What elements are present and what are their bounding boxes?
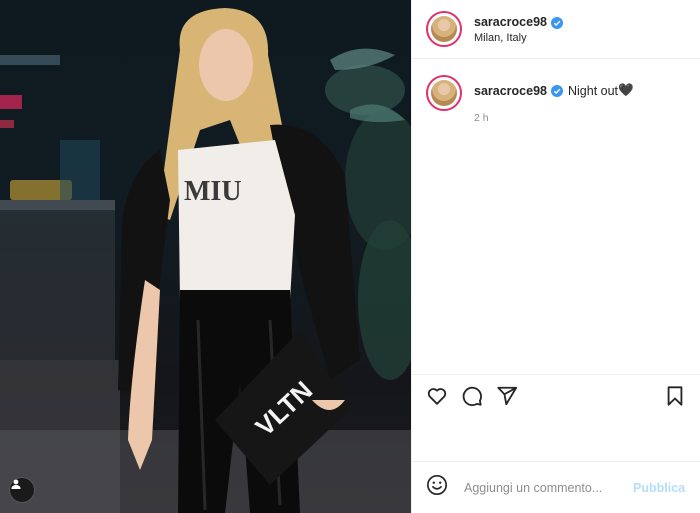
- verified-badge-icon: [550, 84, 563, 97]
- caption-username: saracroce98: [474, 83, 547, 98]
- likes-area: [412, 421, 700, 461]
- comment-button[interactable]: [461, 385, 483, 412]
- author-username: saracroce98: [474, 15, 547, 30]
- user-tag-button[interactable]: [9, 477, 35, 503]
- bookmark-icon: [664, 385, 686, 412]
- caption-avatar[interactable]: [426, 75, 462, 111]
- action-bar: [412, 374, 700, 421]
- post-header: saracroce98 Milan, Italy: [412, 0, 700, 59]
- comment-input[interactable]: [462, 479, 627, 496]
- share-icon: [496, 385, 518, 412]
- post-sidebar: saracroce98 Milan, Italy saracroce98 Nig…: [411, 0, 700, 513]
- like-button[interactable]: [426, 385, 448, 412]
- save-button[interactable]: [664, 385, 686, 412]
- caption-username-link[interactable]: saracroce98: [474, 84, 563, 98]
- verified-badge-icon: [550, 16, 563, 29]
- caption-emoji: 🖤: [618, 83, 634, 97]
- comments-area: saracroce98 Night out 🖤 2 h: [412, 59, 700, 374]
- heart-icon: [426, 385, 448, 412]
- share-button[interactable]: [496, 385, 518, 412]
- publish-button[interactable]: Pubblica: [627, 480, 691, 496]
- emoji-icon: [426, 474, 448, 501]
- author-username-link[interactable]: saracroce98: [474, 15, 563, 31]
- comment-icon: [461, 385, 483, 412]
- shirt-print: MIU: [184, 176, 242, 207]
- comment-bar: Pubblica: [412, 461, 700, 513]
- avatar[interactable]: [426, 11, 462, 47]
- emoji-button[interactable]: [426, 474, 448, 501]
- post-timestamp[interactable]: 2 h: [474, 112, 634, 124]
- caption-row: saracroce98 Night out 🖤 2 h: [426, 75, 686, 124]
- post-photo[interactable]: MIU VLTN: [0, 0, 411, 513]
- location-link[interactable]: Milan, Italy: [474, 32, 563, 46]
- instagram-post: MIU VLTN saracroce98 Milan, Italy saracr…: [0, 0, 700, 513]
- photo-illustration: MIU VLTN: [0, 8, 411, 513]
- caption-text: Night out: [567, 83, 619, 98]
